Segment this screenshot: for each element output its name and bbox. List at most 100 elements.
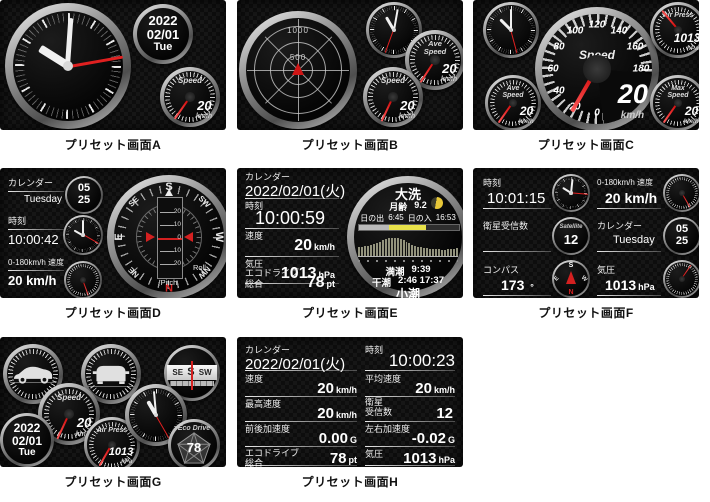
tide-dial: 大洗 月齢 9.2 日の出 6:45 日の入 16:53 満潮 9:39 干潮 … [347,176,463,298]
speed-label: 速度 [245,231,263,241]
gauge-label: Speed [160,77,220,86]
pitch-scale: 0 [177,234,181,241]
calendar-label: カレンダー [597,221,642,231]
gauge-label: Air Press [650,12,699,20]
roll-marker-right-icon [184,232,193,242]
speed-value: 20km/h [294,237,335,255]
gauge-label: Ave Speed [405,40,463,56]
row-label: 平均速度 [365,374,401,384]
caption-e: プリセット画面E [237,304,463,321]
compass-attitude-dial: S SW W NW N NE E SE 20 10 0 10 20 [107,175,226,298]
analog-clock [552,174,590,212]
date-dial: 2022 02/01 Tue [0,413,54,467]
compass-w: W [213,232,225,242]
pitch-label: Pitch [157,278,181,287]
caption-g: プリセット画面G [0,473,226,490]
roll-label: Roll [193,263,206,272]
speedo-tick: 0 [594,108,600,119]
speed-label: 0-180km/h 速度 [8,258,64,267]
analog-clock [5,3,131,129]
pitch-ladder: 20 10 0 10 20 [157,197,183,279]
pressure-label: 気圧 [597,265,615,275]
row-label: 気圧 [365,449,383,459]
time-value: 10:00:42 [8,232,59,247]
date-day: 25 [78,195,90,207]
gauge-label: Ave Speed [485,85,541,100]
compass-label: コンパス [483,265,519,275]
gauge-unit: km/h [684,118,699,125]
row-value: 10:00:23 [389,351,455,371]
date-dial: 05 25 [663,217,699,255]
caption-h: プリセット画面H [237,473,463,490]
moon-age-value: 9.2 [414,200,427,213]
gauge-value: 1013 [109,446,133,458]
radar-scope: 1000 500 [239,11,357,129]
pitch-scale: 20 [174,208,181,215]
preset-panel-b: 1000 500 Ave Speed 20 km/h Speed 20 km/h [237,0,463,130]
compass-needle-icon [566,271,576,284]
roll-marker-left-icon [146,232,155,242]
gauge-value: 20 [197,98,211,113]
eco-value: 78pt [307,274,335,292]
radar-arrow-icon [292,63,304,75]
radar-range-inner: 500 [290,53,306,62]
sunset-label: 日の入 [408,213,432,224]
pitch-scale: 20 [174,260,181,267]
row-value: 0.00G [319,430,357,447]
ribbon-se: SE [172,368,183,377]
caption-f: プリセット画面F [473,304,699,321]
speedo-tick: 60 [547,64,558,75]
ribbon-sw: SW [199,368,212,377]
day-of-week: Tuesday [613,234,655,246]
sunrise-value: 6:45 [388,213,404,224]
gauge-unit: km/h [399,113,415,120]
gauge-value: 20 [442,61,456,76]
gauge-value: 1013 [674,31,699,45]
car-side-icon [12,365,54,385]
radar-range-outer: 1000 [287,26,309,35]
time-value: 10:01:15 [487,190,545,207]
preset-panel-e: カレンダー 2022/02/01(火) 時刻 10:00:59 速度 20km/… [237,168,463,298]
date-dow: Tue [154,42,173,54]
sunset-value: 16:53 [436,213,456,224]
max-speed-gauge: Max Speed 20 km/h [650,75,699,130]
row-value: -0.02G [412,430,455,447]
compass-n: N [568,289,573,296]
gauge-unit: km/h [519,118,534,125]
moon-age-label: 月齢 [389,200,407,213]
daylight-bar [358,224,460,231]
gauge-unit: km/h [196,113,212,120]
caption-c: プリセット画面C [473,136,699,153]
tide-graph [358,233,458,257]
row-value: 20km/h [317,405,357,422]
speedo-unit: km/h [621,110,644,121]
eco-drive-dial: Eco Drive 78 [168,419,220,467]
gauge-unit: hPa [121,459,132,465]
row-value: 20km/h [317,380,357,397]
air-pressure-gauge: Air Press 1013 hPa [650,2,699,58]
compass-s: S [569,262,574,269]
compass-e: E [113,233,125,240]
date-year: 2022 [149,14,178,28]
gauge-label: Speed [363,77,423,86]
speedo-tick: 120 [589,20,606,31]
date-year: 2022 [14,422,41,435]
preset-panel-a: 2022 02/01 Tue Speed 20 km/h [0,0,226,130]
caption-d: プリセット画面D [0,304,226,321]
caption-a: プリセット画面A [0,136,226,153]
preset-panel-f: 時刻 10:01:15 0-180km/h 速度 20 km/h 衛星受信数 S… [473,168,699,298]
ribbon-lubber-line [191,361,193,390]
satellite-dial: Satellite 12 [552,217,590,255]
car-rear-icon [91,362,131,386]
gauge-value: 20 [520,104,533,118]
sunrise-label: 日の出 [360,213,384,224]
speed-gauge: Speed 20 km/h [363,67,423,127]
preset-panel-c: 0 20 40 60 80 100 120 140 160 180 Speed … [473,0,699,130]
date-dial: 05 25 [65,176,103,214]
row-label: 時刻 [365,345,383,355]
compass-mini-dial: S N E W [552,260,590,298]
gauge-value: 20 [685,104,698,118]
speed-label: 0-180km/h 速度 [597,178,653,187]
gauge-value: 20 [400,98,414,113]
eco-label: エコドライブ 総合 [245,268,299,290]
